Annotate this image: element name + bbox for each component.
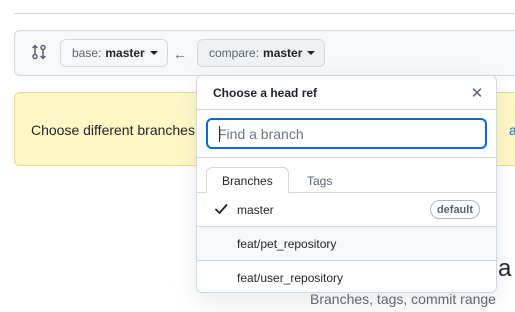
ref-item-master[interactable]: master default	[197, 193, 496, 227]
section-divider	[14, 13, 515, 14]
check-icon	[215, 204, 228, 214]
compare-ref-button[interactable]: compare: master	[197, 39, 326, 67]
triangle-down-icon	[149, 51, 158, 55]
base-value: master	[105, 46, 145, 60]
ref-type-tabs: Branches Tags	[197, 158, 496, 194]
compare-prefix: compare:	[209, 46, 260, 60]
range-editor: base: master ← compare: master	[14, 30, 515, 76]
flash-message: Choose different branches	[31, 122, 195, 138]
blankslate-subtitle: Branches, tags, commit range	[310, 291, 496, 307]
ref-item-label: feat/pet_repository	[237, 237, 337, 251]
ref-item-label: master	[237, 203, 274, 217]
text-cursor	[219, 126, 220, 142]
arrow-left-icon: ←	[173, 46, 187, 62]
popover-header: Choose a head ref ✕	[197, 76, 496, 110]
tab-branches[interactable]: Branches	[206, 167, 289, 194]
ref-item-label: feat/user_repository	[237, 271, 344, 285]
ref-item-pet-repository[interactable]: feat/pet_repository	[197, 227, 496, 261]
base-ref-button[interactable]: base: master	[60, 39, 168, 67]
compare-value: master	[263, 46, 303, 60]
tab-tags[interactable]: Tags	[292, 167, 347, 194]
base-prefix: base:	[72, 46, 102, 60]
ref-item-user-repository[interactable]: feat/user_repository	[197, 261, 496, 292]
popover-filter	[197, 110, 496, 158]
default-badge: default	[429, 200, 480, 219]
git-compare-icon	[31, 44, 47, 60]
branch-search-input[interactable]	[206, 118, 487, 149]
close-icon[interactable]: ✕	[468, 84, 486, 102]
popover-title: Choose a head ref	[213, 86, 318, 100]
triangle-down-icon	[307, 51, 316, 55]
head-ref-popover: Choose a head ref ✕ Branches Tags master…	[196, 75, 497, 293]
ref-list: master default feat/pet_repository feat/…	[197, 193, 496, 292]
flash-learn-link[interactable]: arn	[509, 122, 515, 138]
